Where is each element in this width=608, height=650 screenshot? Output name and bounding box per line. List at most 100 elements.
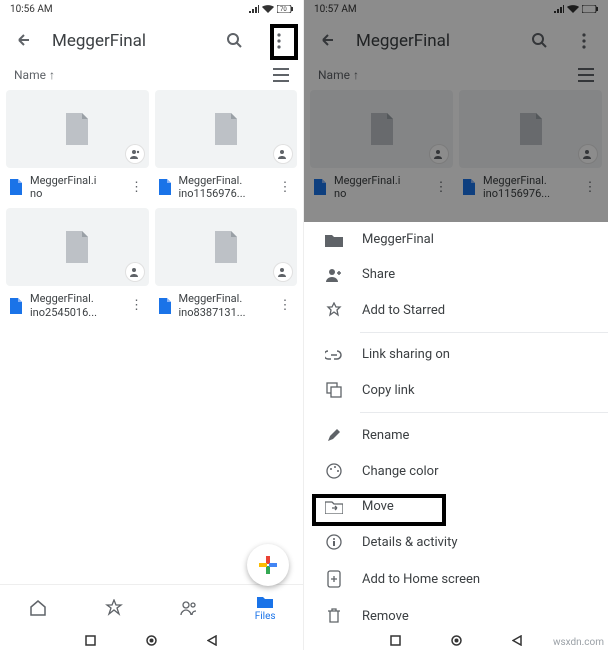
copy-icon [324, 382, 344, 398]
sort-label[interactable]: Name ↑ [14, 68, 55, 82]
file-thumbnail [6, 208, 149, 286]
nav-home[interactable] [0, 585, 76, 630]
people-icon [130, 267, 140, 277]
person-add-icon [324, 268, 344, 282]
signal-icon [554, 5, 564, 14]
file-name: MeggerFinal.ino [334, 174, 425, 200]
view-toggle[interactable] [273, 68, 289, 82]
sheet-details-label: Details & activity [362, 535, 457, 550]
sheet-remove[interactable]: Remove [304, 598, 608, 630]
sort-label[interactable]: Name ↑ [318, 68, 359, 82]
file-more-button[interactable]: ⋮ [275, 298, 295, 313]
file-card[interactable]: MeggerFinal.ino ⋮ [6, 90, 149, 200]
sheet-add-home[interactable]: Add to Home screen [304, 560, 608, 598]
search-icon [531, 32, 549, 50]
view-toggle[interactable] [578, 68, 594, 82]
sheet-star[interactable]: Add to Starred [304, 292, 608, 328]
pencil-icon [324, 427, 344, 443]
list-subheader: Name ↑ [304, 64, 608, 90]
shared-badge [430, 145, 448, 163]
more-vert-icon [575, 32, 593, 50]
fab-add-button[interactable] [247, 544, 289, 586]
more-vert-icon [270, 32, 288, 50]
nav-home-icon[interactable] [451, 635, 462, 646]
more-button[interactable] [568, 25, 600, 57]
back-button[interactable] [8, 25, 40, 57]
back-button[interactable] [312, 25, 344, 57]
file-card[interactable]: MeggerFinal.ino1156976... ⋮ [155, 90, 298, 200]
folder-icon [324, 233, 344, 247]
battery-icon [582, 5, 598, 13]
bottom-nav: Files [0, 584, 303, 630]
wifi-icon [262, 5, 274, 14]
wifi-icon [567, 5, 579, 14]
shared-badge [274, 145, 292, 163]
sheet-share-label: Share [362, 267, 395, 282]
file-icon [64, 231, 90, 263]
sheet-link-sharing[interactable]: Link sharing on [304, 337, 608, 372]
sheet-share[interactable]: Share [304, 257, 608, 292]
file-card[interactable]: MeggerFinal.ino2545016... ⋮ [6, 208, 149, 318]
file-thumbnail [310, 90, 453, 168]
list-subheader: Name ↑ [0, 64, 303, 90]
people-icon [278, 149, 288, 159]
people-icon [278, 267, 288, 277]
sheet-remove-label: Remove [362, 609, 409, 624]
trash-icon [324, 608, 344, 624]
file-thumbnail [6, 90, 149, 168]
nav-recent-icon[interactable] [85, 635, 96, 646]
arrow-left-icon [319, 32, 337, 50]
nav-starred[interactable] [76, 585, 152, 630]
file-icon [518, 113, 544, 145]
folder-move-icon [324, 500, 344, 514]
sheet-link-label: Link sharing on [362, 347, 450, 362]
list-view-icon [273, 68, 289, 82]
file-grid: MeggerFinal.ino ⋮ MeggerFinal.ino1156976… [304, 90, 608, 200]
doc-icon [8, 298, 24, 314]
nav-home-icon[interactable] [146, 635, 157, 646]
bottom-sheet: MeggerFinal Share Add to Starred Link sh… [304, 222, 608, 630]
search-icon [226, 32, 244, 50]
sheet-rename[interactable]: Rename [304, 417, 608, 453]
status-time: 10:57 AM [314, 4, 357, 15]
doc-icon [157, 179, 173, 195]
sheet-change-color[interactable]: Change color [304, 453, 608, 489]
nav-files[interactable]: Files [227, 585, 303, 630]
file-more-button[interactable]: ⋮ [127, 298, 147, 313]
nav-back-icon[interactable] [512, 635, 523, 646]
file-card[interactable]: MeggerFinal.ino ⋮ [310, 90, 453, 200]
nav-shared[interactable] [152, 585, 228, 630]
status-bar: 10:57 AM [304, 0, 608, 18]
file-thumbnail [155, 208, 298, 286]
doc-icon [312, 179, 328, 195]
file-more-button[interactable]: ⋮ [127, 180, 147, 195]
file-card[interactable]: MeggerFinal.ino1156976... ⋮ [459, 90, 602, 200]
sheet-copy-link[interactable]: Copy link [304, 372, 608, 408]
folder-icon [256, 594, 274, 610]
status-time: 10:56 AM [10, 4, 53, 15]
file-more-button[interactable]: ⋮ [275, 180, 295, 195]
info-icon [324, 534, 344, 550]
sheet-star-label: Add to Starred [362, 303, 445, 318]
add-to-home-icon [324, 570, 344, 588]
doc-icon [157, 298, 173, 314]
more-button[interactable] [263, 25, 295, 57]
search-button[interactable] [219, 25, 251, 57]
file-more-button[interactable]: ⋮ [431, 180, 451, 195]
sheet-color-label: Change color [362, 464, 439, 479]
nav-back-icon[interactable] [207, 635, 218, 646]
right-screenshot: 10:57 AM MeggerFinal Name ↑ [304, 0, 608, 650]
status-icons [554, 5, 598, 14]
sheet-folder-name: MeggerFinal [362, 232, 434, 247]
file-icon [369, 113, 395, 145]
sheet-move-label: Move [362, 499, 394, 514]
sheet-move[interactable]: Move [304, 489, 608, 524]
nav-recent-icon[interactable] [390, 635, 401, 646]
file-card[interactable]: MeggerFinal.ino8387131... ⋮ [155, 208, 298, 318]
status-bar: 10:56 AM 70 [0, 0, 303, 18]
shared-badge [126, 263, 144, 281]
search-button[interactable] [524, 25, 556, 57]
sheet-details[interactable]: Details & activity [304, 524, 608, 560]
file-more-button[interactable]: ⋮ [580, 180, 600, 195]
file-name: MeggerFinal.ino2545016... [30, 292, 121, 318]
